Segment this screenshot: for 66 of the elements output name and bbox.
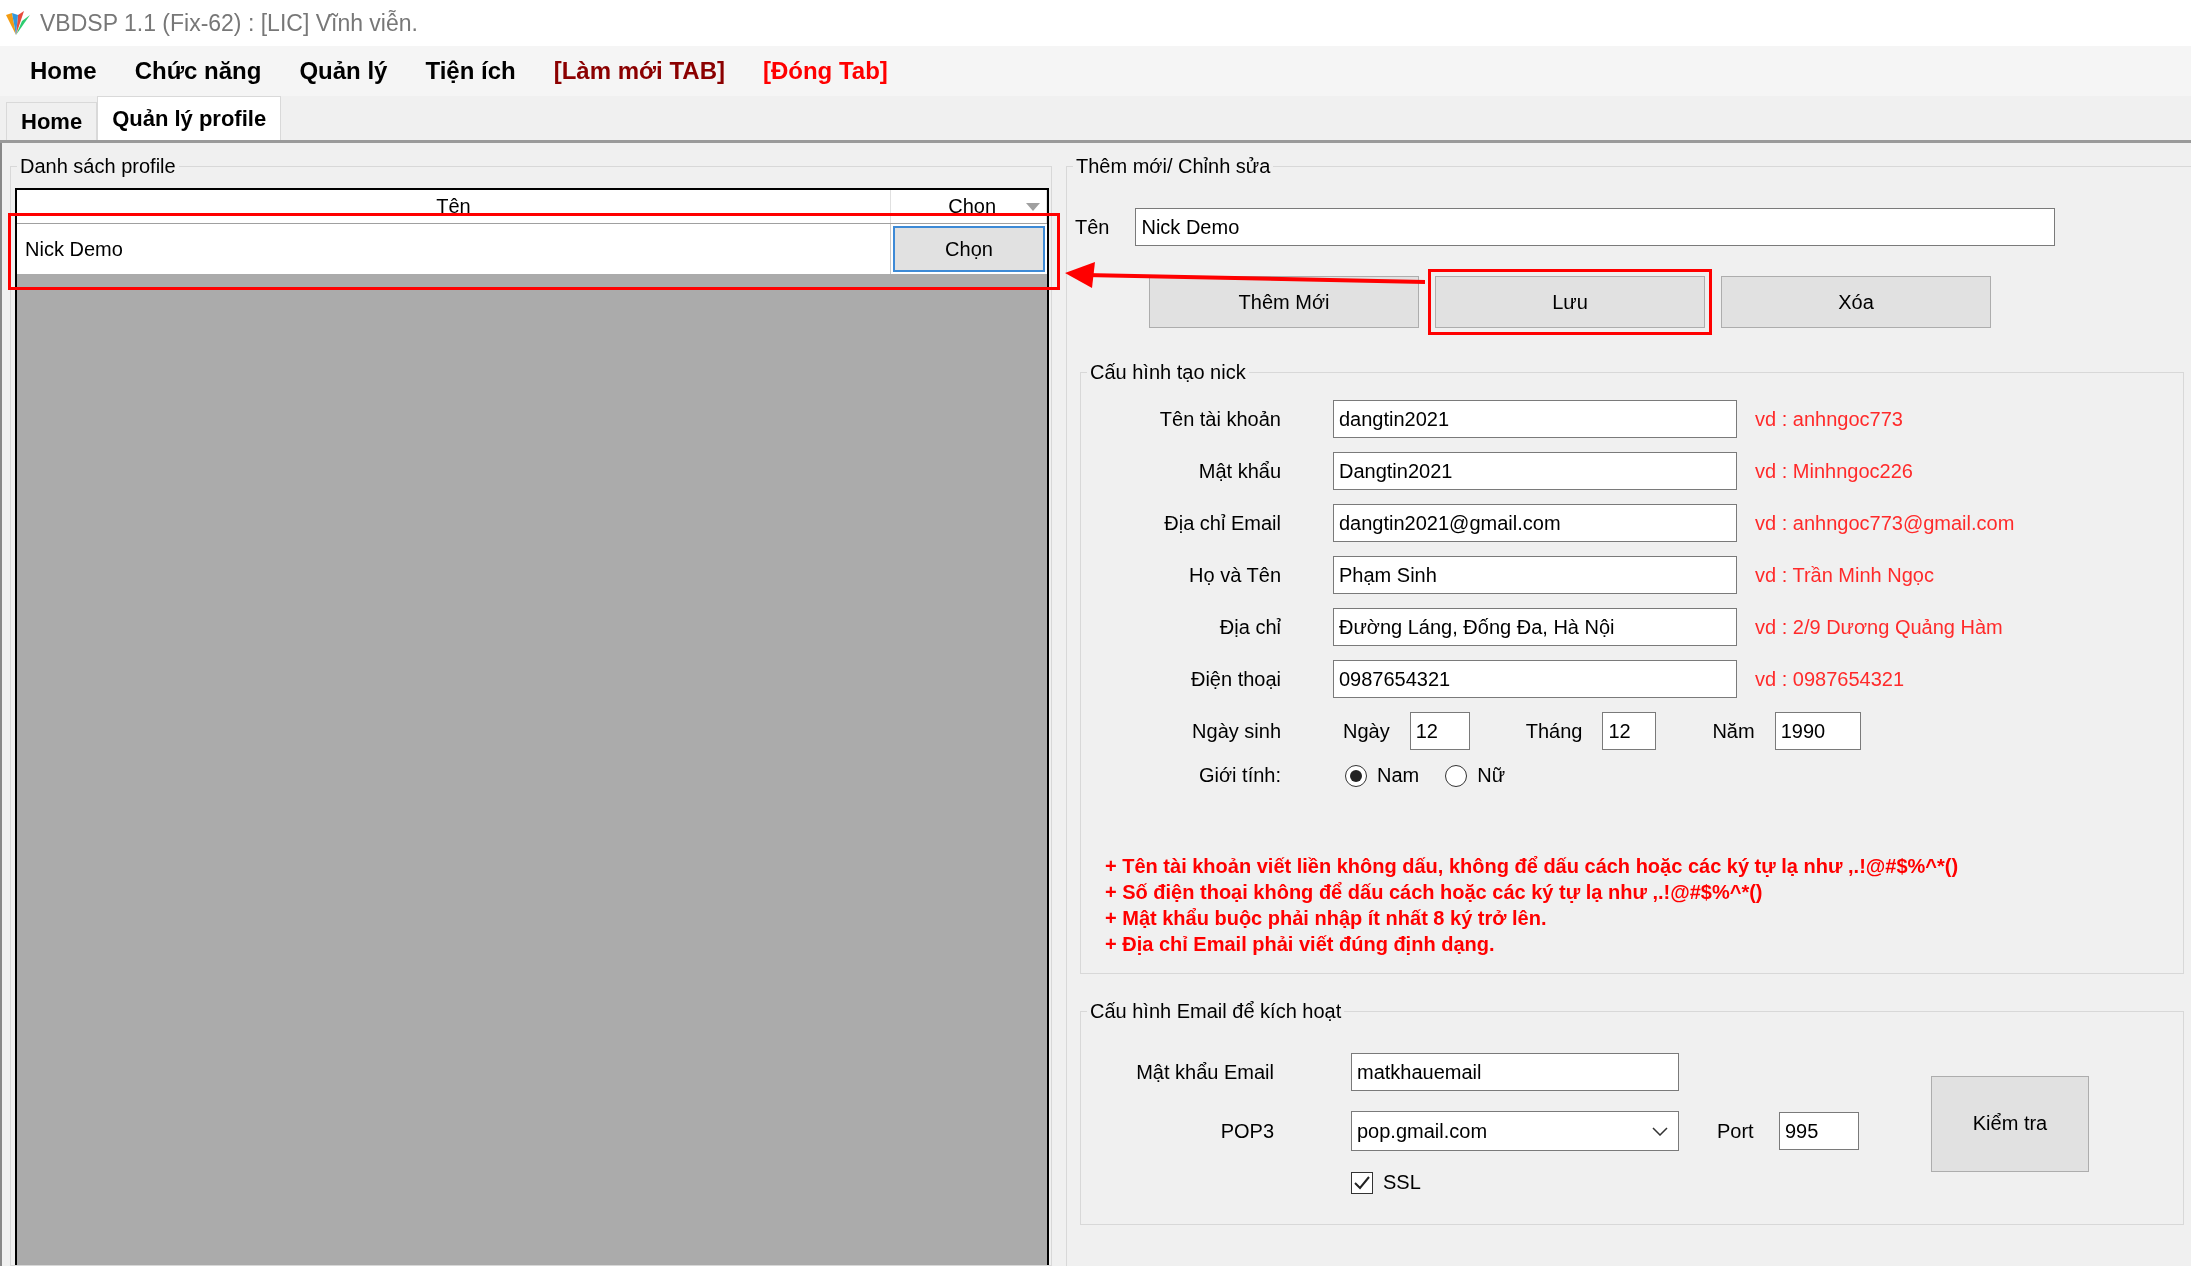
example-hint: vd : anhngoc773 — [1754, 407, 1904, 431]
check-button[interactable]: Kiểm tra — [1931, 1075, 2089, 1172]
group-title: Thêm mới/ Chỉnh sửa — [1075, 155, 1272, 178]
action-button[interactable]: Thêm Mới — [1149, 276, 1419, 328]
rule-note: + Địa chỉ Email phải viết đúng định dạng. — [1105, 932, 1496, 957]
example-hint: vd : 2/9 Dương Quảng Hàm — [1754, 615, 2004, 639]
column-header[interactable]: Tên — [17, 190, 891, 223]
field-label: Địa chỉ Email — [1163, 511, 1281, 535]
rule-note: + Tên tài khoản viết liền không dấu, không để dấu cách hoặc các ký tự lạ như ,.!@#$%^*() — [1105, 854, 1960, 879]
port-field[interactable]: 995 — [1779, 1112, 1859, 1150]
group-title: Cấu hình tạo nick — [1089, 361, 1247, 384]
action-button[interactable]: Lưu — [1435, 276, 1705, 328]
checkmark-icon — [1354, 1175, 1370, 1190]
date-field[interactable]: 1990 — [1774, 712, 1861, 750]
example-hint: vd : 0987654321 — [1754, 667, 1906, 691]
menu-item[interactable]: Home — [30, 57, 97, 85]
date-field[interactable]: 12 — [1602, 712, 1657, 750]
field-label: Tên tài khoản — [1158, 407, 1281, 431]
example-hint: vd : Trần Minh Ngọc — [1754, 563, 1935, 587]
menu-item[interactable]: Chức năng — [134, 57, 262, 85]
menu-item[interactable]: Quản lý — [299, 57, 388, 85]
field-label: Ngày — [1343, 719, 1390, 743]
example-hint: vd : Minhngoc226 — [1754, 459, 1914, 483]
field-label: Họ và Tên — [1188, 563, 1281, 587]
tab[interactable]: Quản lý profile — [97, 96, 282, 140]
field-label: Địa chỉ — [1218, 615, 1281, 639]
chevron-down-icon — [1652, 1126, 1668, 1136]
rule-note: + Số điện thoại không để dấu cách hoặc các ký tự lạ như ,.!@#$%^*() — [1105, 880, 1764, 905]
field-label: Port — [1717, 1119, 1754, 1143]
field-label: Tháng — [1525, 719, 1583, 743]
email-password-field[interactable]: matkhauemail — [1351, 1053, 1679, 1091]
menu-item[interactable]: [Làm mới TAB] — [553, 57, 725, 85]
input-field[interactable]: Đường Láng, Đống Đa, Hà Nội — [1333, 608, 1737, 646]
field-label: Giới tính: — [1197, 764, 1281, 787]
menu-item[interactable]: [Đóng Tab] — [762, 57, 888, 85]
window-title: VBDSP 1.1 (Fix-62) : [LIC] Vĩnh viễn. — [40, 9, 418, 37]
table-cell[interactable]: Nick Demo — [17, 224, 891, 274]
logo-icon — [4, 9, 32, 37]
radio-option[interactable]: Nữ — [1445, 764, 1506, 787]
menu-item[interactable]: Tiện ích — [425, 57, 516, 85]
example-hint: vd : anhngoc773@gmail.com — [1754, 511, 2016, 535]
field-label: Mật khẩu — [1197, 459, 1281, 483]
input-field[interactable]: Dangtin2021 — [1333, 452, 1737, 490]
field-label: Tên — [1075, 215, 1110, 239]
ssl-checkbox[interactable]: SSL — [1351, 1171, 1779, 1194]
tab[interactable]: Home — [6, 102, 98, 140]
field-label: Điện thoại — [1189, 667, 1281, 691]
input-field[interactable]: Phạm Sinh — [1333, 556, 1737, 594]
choose-button[interactable]: Chọn — [893, 226, 1045, 272]
field-label: Ngày sinh — [1191, 719, 1281, 743]
group-title: Cấu hình Email để kích hoạt — [1089, 1000, 1343, 1023]
field-label: Năm — [1712, 719, 1755, 743]
group-title: Danh sách profile — [19, 155, 177, 178]
action-button[interactable]: Xóa — [1721, 276, 1991, 328]
date-field[interactable]: 12 — [1409, 712, 1470, 750]
input-field[interactable]: dangtin2021@gmail.com — [1333, 504, 1737, 542]
name-field[interactable]: Nick Demo — [1135, 208, 2056, 246]
pop3-dropdown[interactable]: pop.gmail.com — [1351, 1111, 1679, 1151]
input-field[interactable]: 0987654321 — [1333, 660, 1737, 698]
input-field[interactable]: dangtin2021 — [1333, 400, 1737, 438]
field-label: POP3 — [1219, 1119, 1275, 1143]
sort-arrow-icon — [1026, 202, 1040, 211]
field-label: Mật khẩu Email — [1135, 1060, 1275, 1084]
radio-option[interactable]: Nam — [1345, 764, 1420, 787]
column-header[interactable]: Chọn — [891, 190, 1047, 223]
rule-note: + Mật khẩu buộc phải nhập ít nhất 8 ký trở lên. — [1105, 906, 1548, 931]
